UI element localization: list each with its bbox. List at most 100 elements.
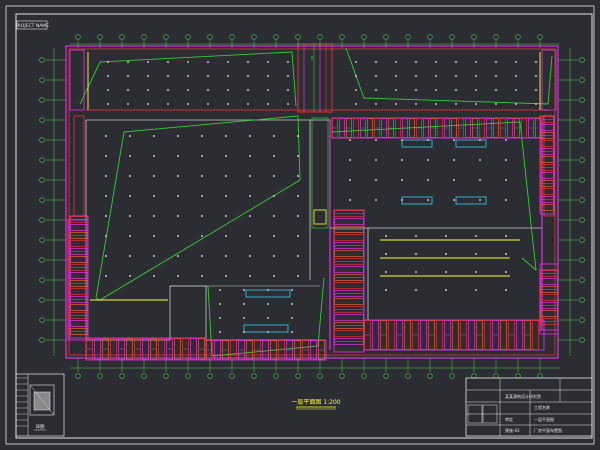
column-dot bbox=[495, 89, 497, 91]
column-dot bbox=[515, 89, 517, 91]
column-dot bbox=[207, 103, 209, 105]
column-dot bbox=[479, 159, 481, 161]
column-dot bbox=[177, 275, 179, 277]
room-cell bbox=[372, 320, 379, 350]
column-dot bbox=[153, 215, 155, 217]
column-dot bbox=[147, 61, 149, 63]
room-cell bbox=[126, 338, 133, 360]
column-dot bbox=[105, 235, 107, 237]
room-cell bbox=[423, 118, 429, 138]
column-dot bbox=[475, 103, 477, 105]
column-dot bbox=[349, 199, 351, 201]
column-dot bbox=[207, 61, 209, 63]
title-block-cell-1-1: 一层平面图 bbox=[534, 416, 554, 422]
column-dot bbox=[147, 89, 149, 91]
column-dot bbox=[475, 253, 477, 255]
column-dot bbox=[177, 255, 179, 257]
room-cell bbox=[70, 320, 88, 327]
axis-bubble bbox=[579, 57, 585, 63]
column-dot bbox=[187, 89, 189, 91]
room-cell bbox=[339, 118, 345, 138]
room-cell bbox=[158, 338, 165, 360]
axis-bubble bbox=[39, 237, 45, 243]
room-band bbox=[69, 215, 89, 339]
room-cell bbox=[334, 234, 364, 241]
column-dot bbox=[153, 135, 155, 137]
axis-bubble bbox=[97, 373, 103, 379]
axis-bubble bbox=[579, 157, 585, 163]
column-dot bbox=[249, 275, 251, 277]
axis-bubble bbox=[163, 373, 169, 379]
column-dot bbox=[415, 61, 417, 63]
room-cell bbox=[334, 266, 364, 273]
column-dot bbox=[479, 139, 481, 141]
column-dot bbox=[475, 235, 477, 237]
column-dot bbox=[129, 275, 131, 277]
column-dot bbox=[375, 75, 377, 77]
column-dot bbox=[455, 61, 457, 63]
column-dot bbox=[201, 255, 203, 257]
axis-bubble bbox=[579, 277, 585, 283]
column-dot bbox=[349, 179, 351, 181]
column-dot bbox=[105, 275, 107, 277]
room-cell bbox=[334, 298, 364, 305]
column-dot bbox=[505, 159, 507, 161]
axis-bubble bbox=[449, 373, 455, 379]
axis-bubble bbox=[515, 34, 521, 40]
column-dot bbox=[455, 89, 457, 91]
column-dot bbox=[427, 139, 429, 141]
column-dot bbox=[105, 175, 107, 177]
axis-bubble bbox=[317, 373, 323, 379]
column-dot bbox=[105, 135, 107, 137]
column-dot bbox=[267, 317, 269, 319]
column-dot bbox=[167, 103, 169, 105]
column-dot bbox=[177, 175, 179, 177]
room-cell bbox=[334, 282, 364, 289]
axis-bubble bbox=[383, 34, 389, 40]
column-dot bbox=[153, 195, 155, 197]
column-dot bbox=[291, 303, 293, 305]
column-dot bbox=[273, 235, 275, 237]
column-dot bbox=[207, 75, 209, 77]
axis-bubble bbox=[97, 34, 103, 40]
axis-bubble bbox=[207, 373, 213, 379]
axis-bubble bbox=[141, 373, 147, 379]
column-dot bbox=[249, 235, 251, 237]
column-dot bbox=[243, 317, 245, 319]
column-dot bbox=[515, 75, 517, 77]
column-dot bbox=[201, 155, 203, 157]
room-cell bbox=[214, 340, 221, 360]
axis-bubble bbox=[427, 34, 433, 40]
axis-bubble bbox=[579, 297, 585, 303]
room-cell bbox=[246, 340, 253, 360]
axis-bubble bbox=[39, 97, 45, 103]
column-dot bbox=[225, 255, 227, 257]
column-dot bbox=[505, 235, 507, 237]
axis-bubble bbox=[579, 337, 585, 343]
column-dot bbox=[435, 61, 437, 63]
column-dot bbox=[249, 135, 251, 137]
column-dot bbox=[129, 135, 131, 137]
axis-bubble bbox=[405, 34, 411, 40]
column-dot bbox=[105, 215, 107, 217]
room-cell bbox=[174, 338, 181, 360]
room-cell bbox=[70, 256, 88, 263]
title-block-cell-0-0: 某某建筑设计研究院 bbox=[505, 393, 541, 399]
room-cell bbox=[70, 304, 88, 311]
room-cell bbox=[452, 320, 459, 350]
axis-bubble bbox=[579, 177, 585, 183]
axis-bubble bbox=[75, 34, 81, 40]
column-dot bbox=[287, 75, 289, 77]
room-cell bbox=[516, 320, 523, 350]
axis-bubble bbox=[579, 97, 585, 103]
column-dot bbox=[225, 275, 227, 277]
column-dot bbox=[435, 75, 437, 77]
axis-bubble bbox=[339, 373, 345, 379]
column-dot bbox=[375, 199, 377, 201]
axis-bubble bbox=[229, 373, 235, 379]
column-dot bbox=[505, 253, 507, 255]
axis-bubble bbox=[339, 34, 345, 40]
room-cell bbox=[334, 330, 364, 337]
room-cell bbox=[500, 320, 507, 350]
axis-bubble bbox=[39, 217, 45, 223]
